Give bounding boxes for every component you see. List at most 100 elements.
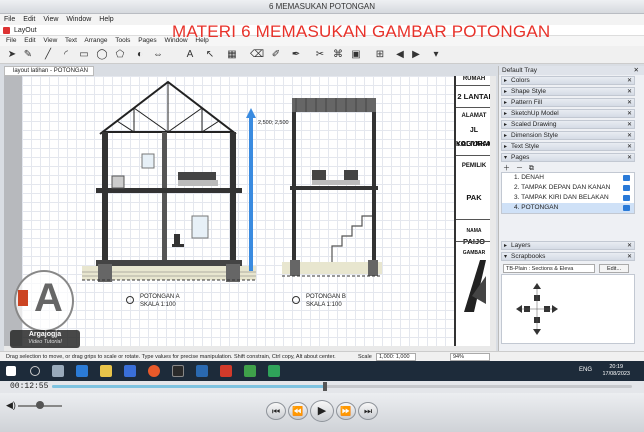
close-icon[interactable]: ✕: [627, 154, 632, 162]
text-tool-icon[interactable]: A: [184, 49, 196, 61]
previous-page-icon[interactable]: ◀: [394, 49, 406, 61]
taskbar-clock[interactable]: 20:19 17/08/2023: [602, 364, 630, 378]
style-tool-icon[interactable]: ◐: [134, 49, 146, 61]
seek-bar[interactable]: [52, 382, 632, 391]
polygon-tool-icon[interactable]: ⬠: [114, 49, 126, 61]
menu-file[interactable]: File: [6, 37, 16, 44]
eyedropper-icon[interactable]: ✒: [290, 49, 302, 61]
close-icon[interactable]: ✕: [627, 253, 632, 261]
document-tab[interactable]: layout latihan - POTONGAN: [4, 66, 94, 76]
menu-tools[interactable]: Tools: [115, 37, 130, 44]
task-view-icon[interactable]: [52, 365, 64, 377]
title-block[interactable]: RUMAH 2 LANTAI ALAMAT JL KALIURANG YOGYA…: [454, 76, 496, 346]
page-item-tampak-kiri[interactable]: 3. TAMPAK KIRI DAN BELAKAN: [502, 193, 634, 203]
file-explorer-icon[interactable]: [100, 365, 112, 377]
language-indicator[interactable]: ENG: [579, 367, 592, 373]
split-tool-icon[interactable]: ✂: [314, 49, 326, 61]
store-icon[interactable]: [124, 365, 136, 377]
panel-pages[interactable]: Pages ✕: [501, 153, 635, 162]
panel-sketchup-model[interactable]: SketchUp Model ✕: [501, 109, 635, 118]
edge-icon[interactable]: [76, 365, 88, 377]
panel-layers[interactable]: Layers ✕: [501, 241, 635, 250]
zoom-field[interactable]: 94%: [450, 353, 490, 361]
table-tool-icon[interactable]: ▦: [226, 49, 238, 61]
firefox-icon[interactable]: [148, 365, 160, 377]
remove-page-icon[interactable]: －: [516, 165, 523, 172]
arc-tool-icon[interactable]: ◜: [60, 49, 72, 61]
page-item-potongan[interactable]: 4. POTONGAN: [502, 203, 634, 213]
panel-colors[interactable]: Colors ✕: [501, 76, 635, 85]
play-button[interactable]: ▶: [310, 400, 334, 422]
panel-scrapbooks[interactable]: Scrapbooks ✕: [501, 252, 635, 261]
close-icon[interactable]: ✕: [627, 121, 632, 129]
add-page-icon[interactable]: ⊞: [374, 49, 386, 61]
close-icon[interactable]: ✕: [627, 242, 632, 250]
section-b-drawing[interactable]: [282, 96, 382, 286]
pin-icon[interactable]: ✕: [634, 66, 639, 75]
rectangle-tool-icon[interactable]: ▭: [78, 49, 90, 61]
rewind-button[interactable]: ⏪: [288, 402, 308, 420]
player-menu-help[interactable]: Help: [99, 16, 113, 23]
close-icon[interactable]: ✕: [627, 99, 632, 107]
monitor-icon[interactable]: [623, 205, 630, 211]
page-item-denah[interactable]: 1. DENAH: [502, 173, 634, 183]
panel-text-style[interactable]: Text Style ✕: [501, 142, 635, 151]
close-icon[interactable]: ✕: [627, 132, 632, 140]
scrapbook-area[interactable]: [501, 274, 635, 344]
close-icon[interactable]: ✕: [627, 77, 632, 85]
volume-icon[interactable]: ◀): [6, 400, 16, 411]
close-icon[interactable]: ✕: [627, 143, 632, 151]
search-icon[interactable]: [30, 366, 40, 376]
sketchup-icon[interactable]: [196, 365, 208, 377]
player-menu-window[interactable]: Window: [66, 16, 91, 23]
player-menu-view[interactable]: View: [43, 16, 58, 23]
skip-forward-button[interactable]: ⏭: [358, 402, 378, 420]
close-icon[interactable]: ✕: [627, 88, 632, 96]
scrapbook-edit-button[interactable]: Edit...: [599, 264, 629, 273]
add-page-icon[interactable]: ＋: [503, 165, 510, 172]
presentation-icon[interactable]: ▣: [350, 49, 362, 61]
menu-view[interactable]: View: [43, 37, 57, 44]
menu-edit[interactable]: Edit: [24, 37, 35, 44]
menu-text[interactable]: Text: [65, 37, 77, 44]
player-menu-edit[interactable]: Edit: [23, 16, 35, 23]
menu-arrange[interactable]: Arrange: [84, 37, 107, 44]
panel-dimension-style[interactable]: Dimension Style ✕: [501, 131, 635, 140]
page-item-tampak-depan[interactable]: 2. TAMPAK DEPAN DAN KANAN: [502, 183, 634, 193]
duplicate-page-icon[interactable]: ⧉: [529, 165, 534, 172]
pencil-icon[interactable]: ✎: [22, 49, 34, 61]
line-tool-icon[interactable]: ╱: [42, 49, 54, 61]
circle-tool-icon[interactable]: ◯: [96, 49, 108, 61]
section-symbols-icon[interactable]: [512, 279, 562, 339]
panel-pattern-fill[interactable]: Pattern Fill ✕: [501, 98, 635, 107]
camtasia-icon[interactable]: [244, 365, 256, 377]
dimension-tool-icon[interactable]: ⇔: [152, 49, 164, 61]
scale-input[interactable]: 1,000: 1,000: [376, 353, 416, 361]
dimension-arrow[interactable]: [244, 106, 258, 276]
fast-forward-button[interactable]: ⏩: [336, 402, 356, 420]
scrapbook-select[interactable]: TB-Plain : Sections & Eleva: [503, 264, 595, 273]
eraser-icon[interactable]: ⌫: [250, 49, 264, 61]
windows-start-icon[interactable]: [6, 366, 16, 376]
layout-icon[interactable]: [220, 365, 232, 377]
panel-shape-style[interactable]: Shape Style ✕: [501, 87, 635, 96]
join-tool-icon[interactable]: ⌘: [332, 49, 344, 61]
volume-handle[interactable]: [36, 401, 44, 409]
paper-sheet[interactable]: 2,500; 2,500 POTONGAN A SKALA 1:100 POTO…: [22, 76, 496, 346]
monitor-icon[interactable]: [623, 175, 630, 181]
skip-back-button[interactable]: ⏮: [266, 402, 286, 420]
vertical-scrollbar[interactable]: [490, 76, 496, 346]
sample-style-icon[interactable]: ✐: [270, 49, 282, 61]
menu-pages[interactable]: Pages: [138, 37, 156, 44]
monitor-icon[interactable]: [623, 185, 630, 191]
panel-scaled-drawing[interactable]: Scaled Drawing ✕: [501, 120, 635, 129]
monitor-icon[interactable]: [623, 195, 630, 201]
next-page-icon[interactable]: ▶: [410, 49, 422, 61]
section-a-drawing[interactable]: [82, 76, 262, 286]
player-menu-file[interactable]: File: [4, 16, 15, 23]
mail-icon[interactable]: [172, 365, 184, 377]
app-c-icon[interactable]: [268, 365, 280, 377]
seek-handle[interactable]: [322, 382, 327, 391]
close-icon[interactable]: ✕: [627, 110, 632, 118]
label-tool-icon[interactable]: ↖: [204, 49, 216, 61]
